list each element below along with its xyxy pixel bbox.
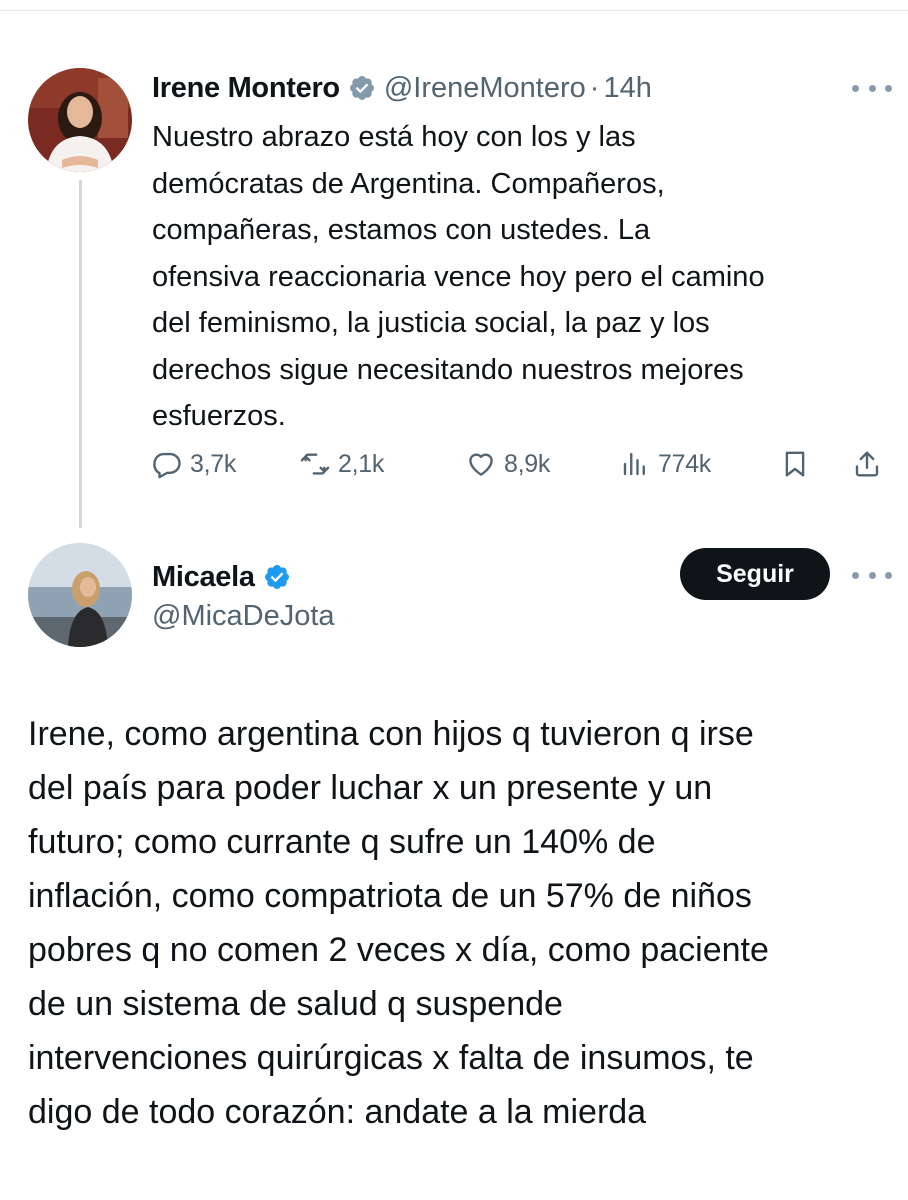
tweet-text-line: del feminismo, la justicia social, la pa… (152, 307, 710, 339)
reply-text-line: intervenciones quirúrgicas x falta de in… (28, 1039, 754, 1077)
views-count: 774k (658, 449, 712, 478)
reply-author-handle[interactable]: @MicaDeJota (152, 600, 335, 633)
reply-text-line: inflación, como compatriota de un 57% de… (28, 877, 752, 915)
irene-avatar[interactable] (28, 68, 132, 172)
share-button[interactable] (852, 444, 882, 484)
retweet-count: 2,1k (338, 449, 385, 478)
verified-badge-icon (349, 76, 374, 100)
heart-icon (469, 453, 493, 476)
reply-text-line: digo de todo corazón: andate a la mierda (28, 1093, 647, 1131)
more-options-icon[interactable] (852, 565, 892, 585)
author-handle[interactable]: @IreneMontero (384, 72, 586, 105)
reply-icon (153, 452, 181, 479)
tweet-text-line: Nuestro abrazo está hoy con los y las (152, 121, 636, 153)
micaela-avatar-image (28, 543, 132, 647)
top-divider (0, 10, 908, 11)
share-icon (855, 451, 879, 477)
views-chart-icon (623, 452, 645, 476)
tweet-text: Nuestro abrazo está hoy con los y las dem… (152, 114, 892, 440)
bookmark-icon (785, 451, 805, 477)
reply-count: 3,7k (190, 449, 237, 478)
author-name[interactable]: Irene Montero (152, 72, 340, 105)
irene-avatar-image (28, 68, 132, 172)
micaela-avatar[interactable] (28, 543, 132, 647)
reply-button[interactable]: 3,7k (152, 444, 236, 484)
reply-header: Micaela (152, 557, 299, 597)
tweet-text-line: derechos sigue necesitando nuestros mejo… (152, 353, 744, 386)
thread-connector-line (79, 180, 82, 528)
separator-dot: · (589, 71, 600, 104)
follow-button[interactable]: Seguir (680, 548, 830, 600)
views-button[interactable]: 774k (620, 444, 711, 484)
reply-text-line: de un sistema de salud q suspende (28, 985, 563, 1023)
tweet-action-bar: 3,7k 2,1k 8,9k 774k (152, 444, 892, 484)
reply-text-line: pobres q no comen 2 veces x día, como pa… (28, 931, 769, 969)
verified-badge-icon (264, 565, 289, 589)
retweet-button[interactable]: 2,1k (300, 444, 384, 484)
more-options-icon[interactable] (852, 78, 892, 98)
retweet-icon (300, 453, 330, 475)
tweet-text-line: demócratas de Argentina. Compañeros, (152, 167, 665, 200)
reply-text-line: del país para poder luchar x un presente… (28, 769, 713, 807)
bookmark-button[interactable] (780, 444, 810, 484)
tweet-text-line: compañeras, estamos con ustedes. La (152, 214, 651, 246)
tweet-time[interactable]: 14h (603, 72, 651, 105)
like-count: 8,9k (504, 449, 551, 478)
reply-text-line: futuro; como currante q sufre un 140% de (28, 823, 656, 861)
reply-author-name[interactable]: Micaela (152, 561, 255, 594)
reply-text-line: Irene, como argentina con hijos q tuvier… (28, 715, 754, 753)
tweet-text-line: ofensiva reaccionaria vence hoy pero el … (152, 260, 765, 293)
like-button[interactable]: 8,9k (466, 444, 550, 484)
reply-text: Irene, como argentina con hijos q tuvier… (28, 707, 898, 1139)
tweet-text-line: esfuerzos. (152, 400, 286, 432)
tweet-header: Irene Montero @IreneMontero · 14h (152, 68, 652, 108)
